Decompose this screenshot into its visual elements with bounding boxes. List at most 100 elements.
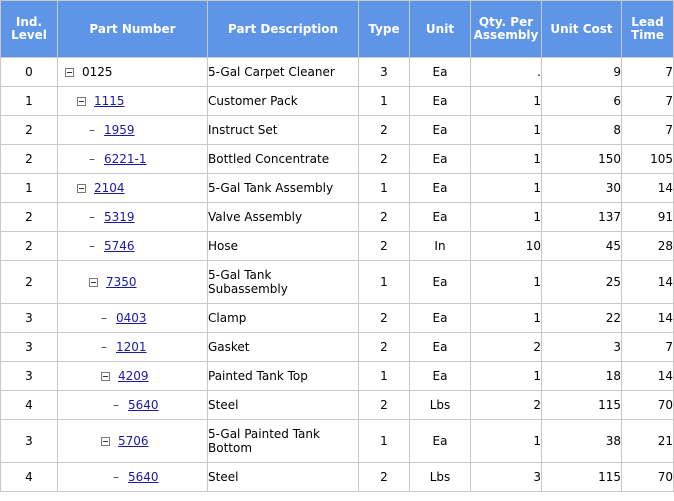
collapse-toggle-icon[interactable]	[77, 97, 86, 106]
ind-level-cell: 3	[0, 419, 58, 463]
ind-level-value: 4	[25, 470, 33, 484]
unit-value: Ea	[432, 340, 448, 354]
lead-time-value: 14	[657, 181, 673, 195]
ind-level-value: 4	[25, 398, 33, 412]
part-number-link[interactable]: 4209	[118, 369, 149, 383]
ind-level-value: 3	[25, 369, 33, 383]
qty-per-assembly-value: 2	[533, 340, 541, 354]
part-description-cell: 5-Gal Tank Assembly	[207, 173, 359, 203]
lead-time-value: 7	[665, 65, 673, 79]
ind-level-value: 2	[25, 152, 33, 166]
header-lead-time[interactable]: Lead Time	[621, 0, 674, 58]
header-part-number[interactable]: Part Number	[57, 0, 208, 58]
part-number-cell: 0125	[57, 57, 208, 87]
unit-cell: Lbs	[409, 390, 471, 420]
unit-cell: Ea	[409, 332, 471, 362]
collapse-toggle-icon[interactable]	[89, 278, 98, 287]
ind-level-value: 3	[25, 434, 33, 448]
type-value: 1	[380, 434, 388, 448]
qty-per-assembly-value: 3	[533, 470, 541, 484]
table-row: 3 4209 Painted Tank Top 1 Ea 1 18 14	[0, 361, 674, 391]
unit-cost-value: 38	[605, 434, 621, 448]
part-number-link[interactable]: 1959	[104, 123, 135, 137]
qty-per-assembly-cell: .	[470, 57, 542, 87]
lead-time-cell: 105	[621, 144, 674, 174]
type-cell: 2	[358, 390, 410, 420]
unit-cost-value: 115	[598, 398, 621, 412]
lead-time-cell: 14	[621, 303, 674, 333]
part-number-cell: 7350	[57, 260, 208, 304]
lead-time-value: 70	[657, 398, 673, 412]
type-cell: 2	[358, 231, 410, 261]
unit-cell: In	[409, 231, 471, 261]
type-value: 2	[380, 210, 388, 224]
type-value: 2	[380, 470, 388, 484]
part-description-cell: Instruct Set	[207, 115, 359, 145]
qty-per-assembly-value: 1	[533, 181, 541, 195]
lead-time-cell: 21	[621, 419, 674, 463]
header-ind-level-line1: Ind.	[15, 15, 43, 29]
qty-per-assembly-cell: 1	[470, 86, 542, 116]
qty-per-assembly-value: 1	[533, 123, 541, 137]
type-cell: 2	[358, 462, 410, 492]
part-number-link[interactable]: 2104	[94, 181, 125, 195]
part-description-text: Bottom	[208, 441, 253, 455]
part-number-cell: –5746	[57, 231, 208, 261]
table-row: 1 2104 5-Gal Tank Assembly 1 Ea 1 30 14	[0, 173, 674, 203]
collapse-toggle-icon[interactable]	[77, 184, 86, 193]
header-ind-level[interactable]: Ind. Level	[0, 0, 58, 58]
collapse-toggle-icon[interactable]	[101, 437, 110, 446]
unit-cost-value: 18	[605, 369, 621, 383]
part-number-link[interactable]: 6221-1	[104, 152, 147, 166]
bill-of-materials-table: Ind. Level Part Number Part Description …	[0, 0, 674, 492]
ind-level-cell: 2	[0, 202, 58, 232]
tree-leaf-dash-icon: –	[113, 398, 119, 412]
header-row: Ind. Level Part Number Part Description …	[0, 0, 674, 58]
part-number-link[interactable]: 5319	[104, 210, 135, 224]
table-row: 3 5706 5-Gal Painted Tank Bottom 1 Ea 1 38 21	[0, 419, 674, 463]
type-value: 2	[380, 152, 388, 166]
qty-per-assembly-cell: 1	[470, 115, 542, 145]
part-number-link[interactable]: 1115	[94, 94, 125, 108]
type-cell: 1	[358, 260, 410, 304]
part-number-link[interactable]: 0403	[116, 311, 147, 325]
lead-time-cell: 70	[621, 390, 674, 420]
header-unit[interactable]: Unit	[409, 0, 471, 58]
ind-level-value: 3	[25, 311, 33, 325]
header-unit-cost[interactable]: Unit Cost	[541, 0, 622, 58]
part-description-cell: Steel	[207, 390, 359, 420]
part-number-link[interactable]: 5640	[128, 398, 159, 412]
part-description-text: Gasket	[208, 340, 250, 354]
part-description-text: 5-Gal Tank	[208, 268, 272, 282]
part-description-text: 5-Gal Painted Tank	[208, 427, 320, 441]
collapse-toggle-icon[interactable]	[65, 68, 74, 77]
collapse-toggle-icon[interactable]	[101, 372, 110, 381]
part-description-text: 5-Gal Tank Assembly	[208, 181, 334, 195]
unit-cost-cell: 6	[541, 86, 622, 116]
part-number-link[interactable]: 5746	[104, 239, 135, 253]
part-number-cell: 2104	[57, 173, 208, 203]
part-number-link[interactable]: 1201	[116, 340, 147, 354]
part-number-link[interactable]: 7350	[106, 275, 137, 289]
type-cell: 1	[358, 173, 410, 203]
header-type[interactable]: Type	[358, 0, 410, 58]
unit-cell: Lbs	[409, 462, 471, 492]
table-row: 2 7350 5-Gal Tank Subassembly 1 Ea 1 25 14	[0, 260, 674, 304]
unit-cost-value: 22	[605, 311, 621, 325]
header-qty-per-assembly[interactable]: Qty. Per Assembly	[470, 0, 542, 58]
part-number-link[interactable]: 5706	[118, 434, 149, 448]
part-number-cell: –5640	[57, 390, 208, 420]
header-part-description[interactable]: Part Description	[207, 0, 359, 58]
unit-cost-value: 45	[605, 239, 621, 253]
lead-time-cell: 14	[621, 173, 674, 203]
qty-per-assembly-cell: 2	[470, 390, 542, 420]
unit-cost-value: 150	[598, 152, 621, 166]
qty-per-assembly-cell: 2	[470, 332, 542, 362]
tree-leaf-dash-icon: –	[89, 152, 95, 166]
lead-time-cell: 7	[621, 332, 674, 362]
lead-time-value: 70	[657, 470, 673, 484]
part-number-link[interactable]: 5640	[128, 470, 159, 484]
unit-value: Ea	[432, 210, 448, 224]
qty-per-assembly-cell: 1	[470, 361, 542, 391]
type-value: 2	[380, 123, 388, 137]
